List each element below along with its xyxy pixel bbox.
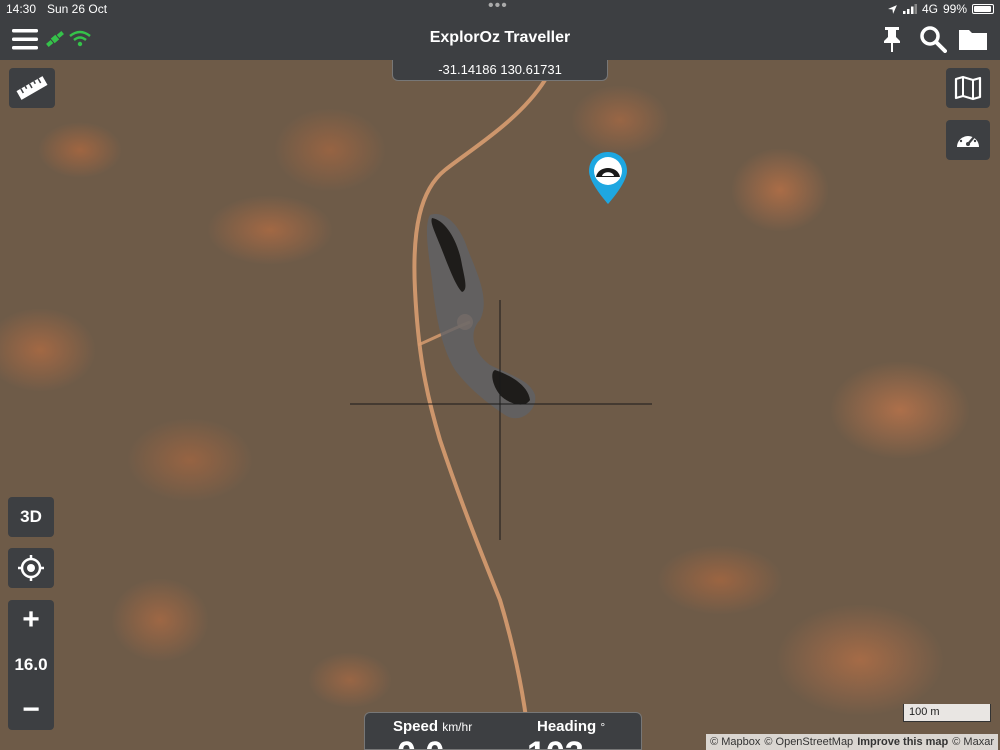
ruler-icon [16,76,48,100]
search-icon[interactable] [918,24,948,54]
zoom-control: + 16.0 − [8,600,54,730]
heading-label-text: Heading [537,718,597,735]
app-title: ExplorOz Traveller [429,29,571,46]
cave-marker-icon[interactable] [587,150,629,206]
view-3d-button[interactable]: 3D [8,497,54,537]
attrib-maxar[interactable]: © Maxar [952,734,994,750]
zoom-out-button[interactable]: − [22,695,40,725]
pin-icon[interactable] [877,24,907,54]
attrib-mapbox[interactable]: © Mapbox [710,734,760,750]
map-icon [954,75,982,101]
map-features [350,78,652,750]
speed-value: 0.0 [397,735,444,749]
status-bar: 14:30 Sun 26 Oct ••• 4G 99% [0,0,1000,18]
status-indicators: 4G 99% [887,2,994,16]
speedometer-icon [957,132,979,147]
status-date: Sun 26 Oct [47,2,108,16]
signal-icon [902,4,917,14]
battery-percent: 99% [942,2,967,16]
crosshair-target-icon [18,555,44,581]
nav-bar: ExplorOz Traveller [0,18,1000,60]
scale-bar: 100 m [903,704,991,722]
location-arrow-icon [888,4,897,14]
improve-map-link[interactable]: Improve this map [857,734,948,750]
speed-label: Speed km/hr [393,718,472,735]
zoom-level: 16.0 [14,655,48,674]
network-type: 4G [921,2,938,16]
battery-icon [972,4,994,14]
heading-unit: ° [600,720,606,734]
status-time: 14:30 [6,2,37,16]
coordinate-readout[interactable]: -31.14186 130.61731 [392,60,608,81]
speed-heading-panel[interactable]: Speed km/hr 0.0 Heading ° 103 [364,712,642,750]
heading-label: Heading ° [537,718,605,735]
dashboard-button[interactable] [946,120,990,160]
zoom-in-button[interactable]: + [22,605,40,635]
folder-icon[interactable] [958,24,988,54]
speed-label-text: Speed [393,718,439,735]
heading-value: 103 [527,735,584,749]
speed-unit: km/hr [442,720,473,734]
map-layers-button[interactable] [946,68,990,108]
measure-button[interactable] [9,68,55,108]
attrib-osm[interactable]: © OpenStreetMap [764,734,853,750]
satellite-map[interactable] [0,60,1000,750]
map-attribution: © Mapbox © OpenStreetMap Improve this ma… [706,734,998,750]
locate-button[interactable] [8,548,54,588]
multitasking-dots[interactable]: ••• [488,0,508,15]
